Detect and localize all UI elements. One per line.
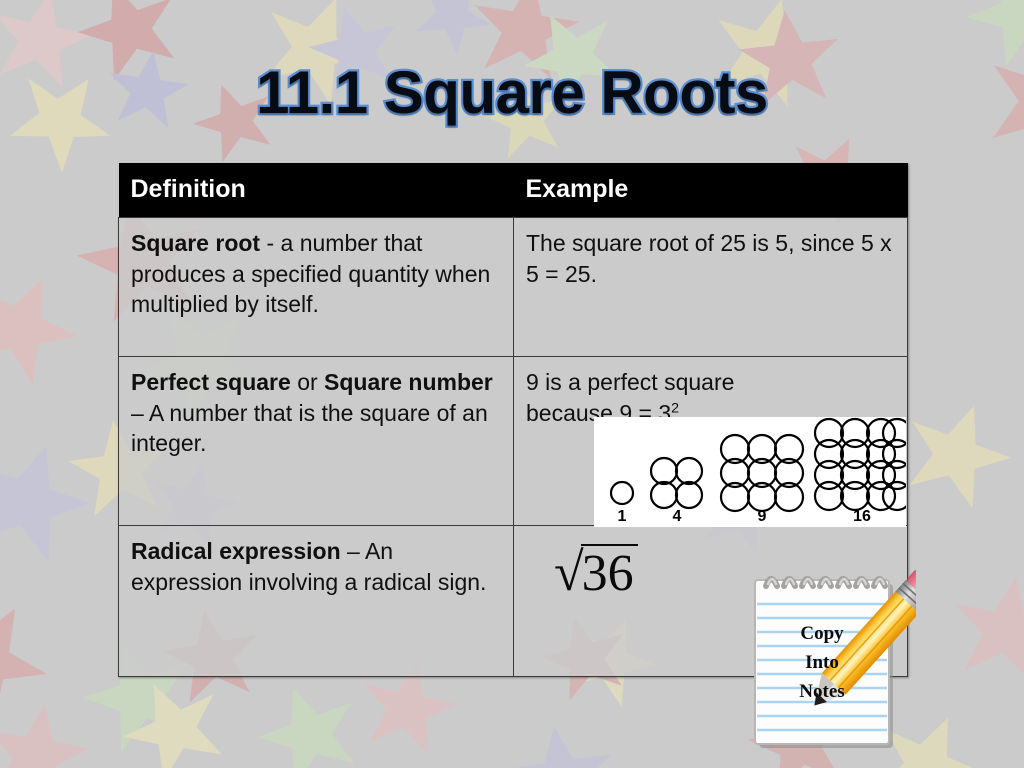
definition-cell-square-root: Square root - a number that produces a s… [118,217,514,357]
term-perfect-square: Perfect square [131,369,291,395]
example-line-1: 9 is a perfect square [526,369,735,395]
definition-cell-radical-expression: Radical expression – An expression invol… [118,525,514,677]
slide-canvas: 11.1 Square Roots Definition Example Squ… [0,0,1024,768]
definition-text-perfect-square: – A number that is the square of an inte… [131,399,488,457]
example-cell-square-root: The square root of 25 is 5, since 5 x 5 … [513,217,908,357]
square-label-1: 1 [618,508,627,525]
square-label-4: 4 [673,508,682,525]
notepad-line2: Into [805,652,839,673]
square-numbers-figure: 1 4 9 16 [594,417,913,527]
notepad-line1: Copy [800,623,844,644]
term-radical-expression: Radical expression [131,538,341,564]
radicand-36: 36 [580,544,638,600]
definition-cell-perfect-square: Perfect square or Square number – A numb… [118,356,514,526]
radical-expression-36: √36 [554,544,638,600]
notepad-line3: Notes [799,681,844,702]
copy-into-notes-clipart: Copy Into Notes [748,560,939,755]
slide-title: 11.1 Square Roots [254,57,771,129]
term-square-number: Square number [324,369,493,395]
table-header-row: Definition Example [118,163,908,218]
square-label-16: 16 [853,508,871,525]
column-header-example: Example [513,163,908,218]
exponent-two: 2 [671,399,680,416]
table-row: Square root - a number that produces a s… [118,217,908,357]
term-joiner: or [290,369,325,395]
column-header-definition: Definition [118,163,514,218]
square-label-9: 9 [758,508,767,525]
radical-sign-icon: √ [554,542,584,602]
term-square-root: Square root [131,230,261,256]
example-text-square-root: The square root of 25 is 5, since 5 x 5 … [526,230,892,287]
